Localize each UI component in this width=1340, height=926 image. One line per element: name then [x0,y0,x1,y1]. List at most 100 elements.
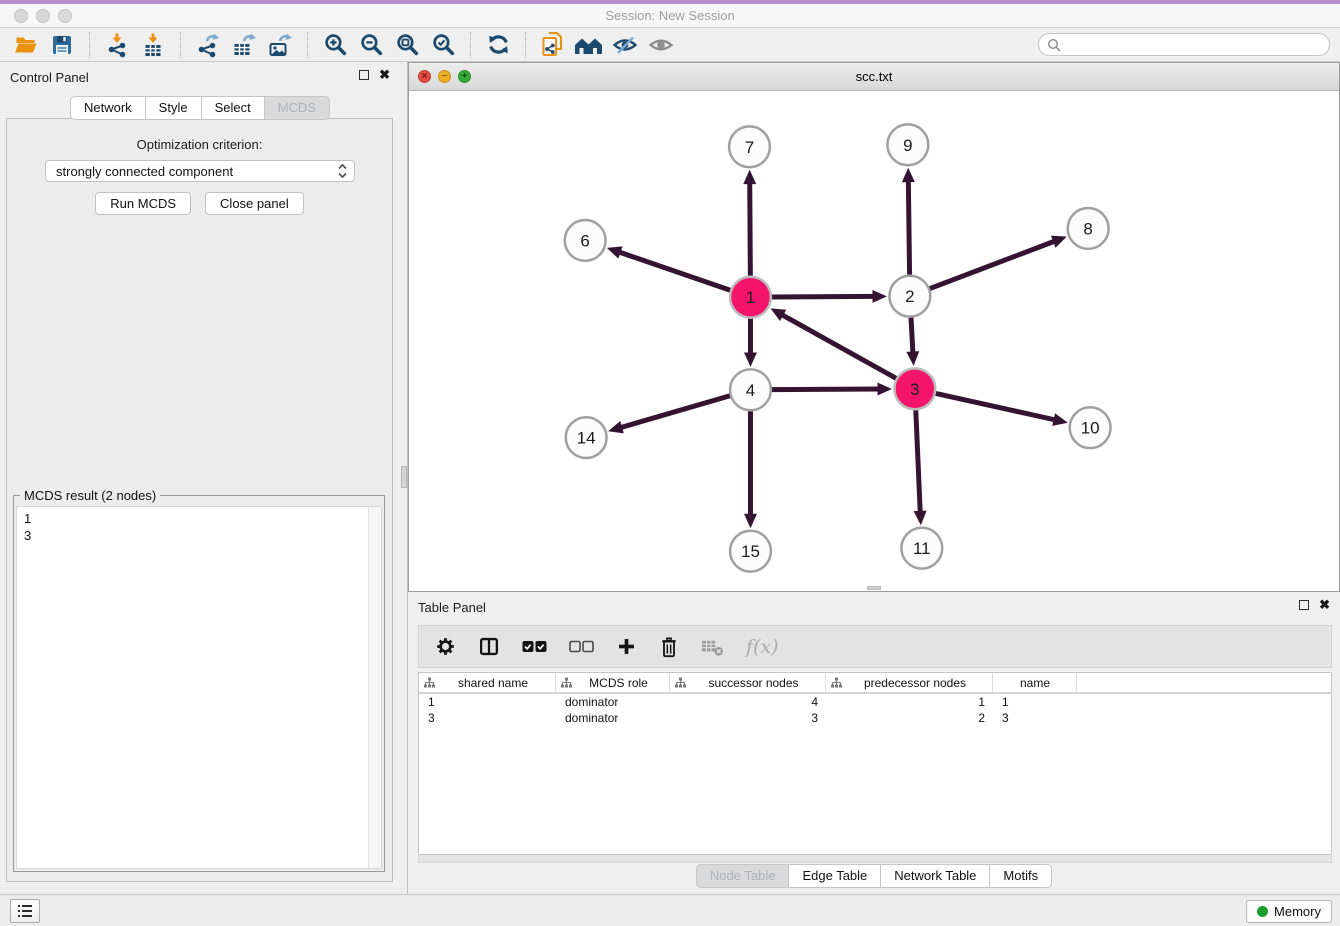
network-canvas[interactable]: 7 9 6 8 1 2 4 3 14 10 15 11 [409,91,1339,591]
graph-edge-3-1[interactable] [781,314,896,378]
clone-network-icon [540,31,566,58]
cell-name[interactable]: 1 [993,694,1077,710]
tab-motifs[interactable]: Motifs [990,864,1052,888]
table-settings-button[interactable] [435,636,456,657]
column-header-shared-name[interactable]: shared name [419,673,556,692]
criterion-select[interactable]: strongly connected component [45,160,355,182]
task-history-button[interactable] [10,899,40,923]
toolbar-separator [525,32,526,58]
network-resize-handle[interactable] [867,586,881,590]
cell-name[interactable]: 3 [993,710,1077,726]
splitter-handle[interactable] [401,466,407,488]
close-panel-icon[interactable]: ✖ [379,70,390,80]
graph-edge-3-11[interactable] [916,410,920,513]
save-session-button[interactable] [47,31,77,59]
tab-select[interactable]: Select [202,96,265,120]
cell-shared-name[interactable]: 3 [419,710,556,726]
cell-predecessor-nodes[interactable]: 1 [826,694,993,710]
graph-node-7[interactable]: 7 [729,126,770,167]
mcds-result-title: MCDS result (2 nodes) [20,488,160,503]
float-table-panel-icon[interactable] [1299,600,1309,610]
open-session-button[interactable] [11,31,41,59]
float-panel-icon[interactable] [359,70,369,80]
graph-node-14[interactable]: 14 [566,417,607,458]
deselect-all-button[interactable] [569,640,594,653]
network-window-titlebar[interactable]: × − + scc.txt [409,63,1339,91]
hide-selected-button[interactable] [610,31,640,59]
memory-button[interactable]: Memory [1246,900,1332,923]
panel-splitter[interactable] [400,62,408,894]
export-table-icon [231,32,257,58]
search-input[interactable] [1066,36,1321,54]
graph-edge-4-3[interactable] [772,389,880,390]
graph-node-8[interactable]: 8 [1068,208,1109,249]
graph-node-15[interactable]: 15 [730,531,771,572]
zoom-out-button[interactable] [356,31,386,59]
graph-edge-1-6[interactable] [619,252,731,290]
table-row[interactable]: 1dominator411 [419,694,1331,710]
status-bar: Memory [0,894,1340,926]
graph-node-11[interactable]: 11 [901,528,942,569]
graph-edge-3-10[interactable] [936,393,1056,420]
cell-successor-nodes[interactable]: 3 [670,710,826,726]
clone-network-button[interactable] [538,31,568,59]
search-box[interactable] [1038,33,1330,56]
show-columns-button[interactable] [478,636,500,657]
column-header-MCDS-role[interactable]: MCDS role [556,673,670,692]
tab-network[interactable]: Network [70,96,146,120]
import-table-button[interactable] [138,31,168,59]
graph-edge-2-9[interactable] [908,180,909,275]
table-hscroll[interactable] [418,855,1332,863]
graph-node-6[interactable]: 6 [565,220,606,261]
zoom-fit-button[interactable] [392,31,422,59]
column-header-predecessor-nodes[interactable]: predecessor nodes [826,673,993,692]
zoom-in-button[interactable] [320,31,350,59]
column-header-name[interactable]: name [993,673,1077,692]
mcds-result-groupbox: MCDS result (2 nodes) 13 [13,495,385,872]
graph-edge-2-3[interactable] [911,318,913,354]
show-all-button[interactable] [646,31,676,59]
cell-successor-nodes[interactable]: 4 [670,694,826,710]
add-column-button[interactable] [616,636,637,657]
table-header-row: shared nameMCDS rolesuccessor nodesprede… [419,673,1331,694]
tab-mcds[interactable]: MCDS [265,96,330,120]
graph-node-3[interactable]: 3 [894,368,935,409]
column-type-icon [561,677,572,688]
graph-node-9[interactable]: 9 [887,124,928,165]
cell-MCDS-role[interactable]: dominator [556,710,670,726]
table-row[interactable]: 3dominator323 [419,710,1331,726]
graph-edge-2-8[interactable] [930,241,1055,289]
close-table-panel-icon[interactable]: ✖ [1319,600,1330,610]
tab-edge-table[interactable]: Edge Table [789,864,881,888]
tab-style[interactable]: Style [146,96,202,120]
cell-shared-name[interactable]: 1 [419,694,556,710]
zoom-selected-button[interactable] [428,31,458,59]
export-table-button[interactable] [229,31,259,59]
graph-node-2[interactable]: 2 [889,276,930,317]
run-mcds-button[interactable]: Run MCDS [95,192,191,215]
column-header-successor-nodes[interactable]: successor nodes [670,673,826,692]
close-panel-button[interactable]: Close panel [205,192,304,215]
toolbar-separator [180,32,181,58]
graph-edge-1-7[interactable] [750,182,751,276]
graph-edge-1-2[interactable] [772,296,875,297]
select-all-button[interactable] [522,640,547,653]
window-title: Session: New Session [0,8,1340,23]
import-network-button[interactable] [102,31,132,59]
export-image-button[interactable] [265,31,295,59]
delete-column-button[interactable] [659,636,679,658]
cell-MCDS-role[interactable]: dominator [556,694,670,710]
mcds-result-line: 1 [24,510,374,527]
tab-network-table[interactable]: Network Table [881,864,990,888]
cell-predecessor-nodes[interactable]: 2 [826,710,993,726]
first-neighbors-button[interactable] [574,31,604,59]
graph-edge-4-14[interactable] [620,396,730,428]
refresh-view-button[interactable] [483,31,513,59]
mcds-result-area[interactable]: 13 [16,506,382,869]
export-network-button[interactable] [193,31,223,59]
tab-node-table[interactable]: Node Table [696,864,790,888]
graph-node-4[interactable]: 4 [730,369,771,410]
graph-node-10[interactable]: 10 [1070,407,1111,448]
graph-node-1[interactable]: 1 [730,277,771,318]
result-scrollbar[interactable] [368,507,381,868]
